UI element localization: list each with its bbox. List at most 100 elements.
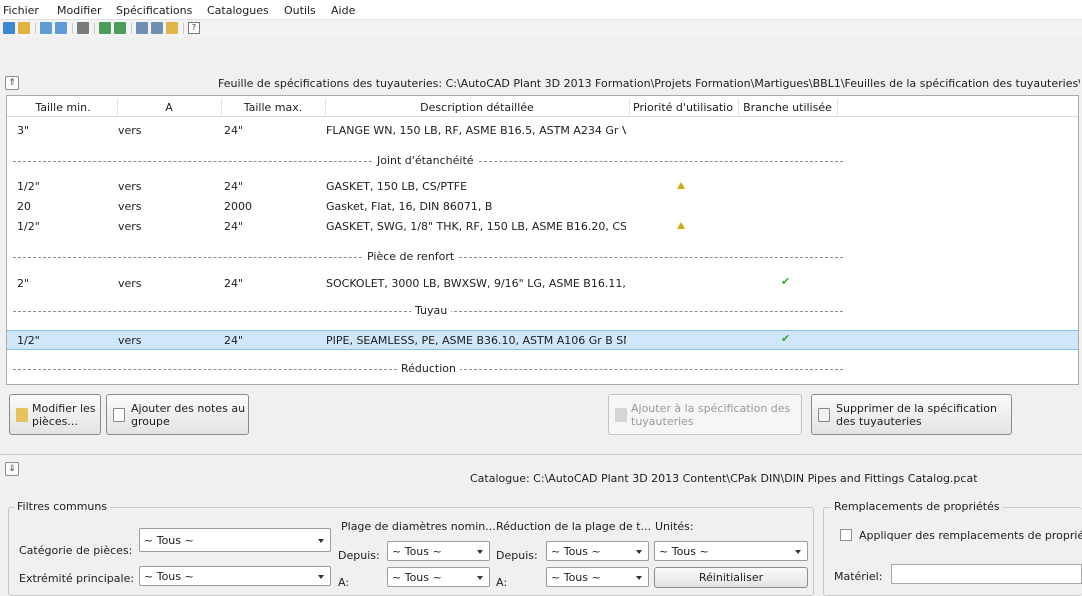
- cell-a: vers: [118, 200, 142, 213]
- cell-a: vers: [118, 277, 142, 290]
- cut-icon[interactable]: [136, 22, 148, 34]
- print-icon[interactable]: [77, 22, 89, 34]
- apply-overrides-checkbox[interactable]: [840, 529, 852, 541]
- reduction-to-combo[interactable]: ~ Tous ~: [546, 567, 649, 587]
- menu-specifications[interactable]: Spécifications: [116, 4, 192, 17]
- add-to-spec-label: Ajouter à la spécification des tuyauteri…: [631, 402, 791, 428]
- expand-catalog-icon[interactable]: ⇓: [5, 462, 19, 476]
- cell-min-size: 1/2": [17, 334, 40, 347]
- column-divider[interactable]: [221, 98, 222, 115]
- column-header-priority[interactable]: Priorité d'utilisatio: [629, 101, 737, 114]
- group-row: Tuyau: [13, 302, 843, 320]
- main-end-combo[interactable]: ~ Tous ~: [139, 566, 331, 586]
- column-divider[interactable]: [837, 98, 838, 115]
- paste-icon[interactable]: [166, 22, 178, 34]
- open-icon[interactable]: [18, 22, 30, 34]
- table-row[interactable]: 1/2" vers 24" GASKET, SWG, 1/8" THK, RF,…: [7, 217, 1078, 235]
- toolbar: ?: [0, 20, 1082, 37]
- remove-from-spec-button[interactable]: Supprimer de la spécification des tuyaut…: [811, 394, 1012, 435]
- column-header-branch[interactable]: Branche utilisée: [740, 101, 835, 114]
- category-combo[interactable]: ~ Tous ~: [139, 528, 331, 552]
- chevron-down-icon: [636, 550, 642, 554]
- catalog-path: Catalogue: C:\AutoCAD Plant 3D 2013 Cont…: [470, 472, 978, 485]
- reduction-range-label: Réduction de la plage de t...: [496, 520, 652, 533]
- cell-description: Gasket, Flat, 16, DIN 86071, B: [326, 200, 493, 213]
- toolbar-separator: [183, 23, 184, 34]
- cell-max-size: 24": [224, 277, 244, 290]
- edit-parts-icon: [16, 408, 28, 422]
- warning-icon: [677, 222, 685, 229]
- cell-min-size: 1/2": [17, 180, 40, 193]
- diameter-range-label: Plage de diamètres nomin...: [341, 520, 496, 533]
- column-header-min-size[interactable]: Taille min.: [11, 101, 115, 114]
- remove-from-spec-label: Supprimer de la spécification des tuyaut…: [836, 402, 997, 428]
- column-divider[interactable]: [325, 98, 326, 115]
- collapse-spec-icon[interactable]: ⇑: [5, 76, 19, 90]
- help-icon[interactable]: ?: [188, 22, 200, 34]
- diameter-from-combo[interactable]: ~ Tous ~: [387, 541, 490, 561]
- chevron-down-icon: [477, 576, 483, 580]
- chevron-down-icon: [318, 539, 324, 543]
- menu-catalogues[interactable]: Catalogues: [207, 4, 269, 17]
- column-header-description[interactable]: Description détaillée: [327, 101, 627, 114]
- paste-spec-icon[interactable]: [55, 22, 67, 34]
- table-row[interactable]: 3" vers 24" FLANGE WN, 150 LB, RF, ASME …: [7, 121, 1078, 139]
- menu-fichier[interactable]: Fichier: [3, 4, 39, 17]
- copy-icon[interactable]: [151, 22, 163, 34]
- category-value: ~ Tous ~: [144, 534, 194, 547]
- diameter-from-label: Depuis:: [338, 549, 380, 562]
- cell-max-size: 24": [224, 220, 244, 233]
- group-row: Joint d'étanchéité: [13, 152, 843, 170]
- common-filters-legend: Filtres communs: [14, 500, 111, 513]
- units-combo[interactable]: ~ Tous ~: [654, 541, 808, 561]
- cell-max-size: 2000: [224, 200, 252, 213]
- menu-bar: Fichier Modifier Spécifications Catalogu…: [0, 0, 1082, 20]
- reduction-from-combo[interactable]: ~ Tous ~: [546, 541, 649, 561]
- check-icon: ✔: [781, 275, 791, 288]
- copy-spec-icon[interactable]: [40, 22, 52, 34]
- toolbar-separator: [131, 23, 132, 34]
- export-icon[interactable]: [114, 22, 126, 34]
- column-header-a[interactable]: A: [119, 101, 219, 114]
- menu-outils[interactable]: Outils: [284, 4, 316, 17]
- diameter-to-label: A:: [338, 576, 350, 589]
- spec-table: Taille min. A Taille max. Description dé…: [6, 95, 1079, 385]
- table-row[interactable]: 1/2" vers 24" GASKET, 150 LB, CS/PTFE: [7, 177, 1078, 195]
- chevron-down-icon: [477, 550, 483, 554]
- cell-min-size: 1/2": [17, 220, 40, 233]
- reduction-from-value: ~ Tous ~: [551, 545, 601, 558]
- table-row[interactable]: 20 vers 2000 Gasket, Flat, 16, DIN 86071…: [7, 197, 1078, 215]
- cell-min-size: 2": [17, 277, 30, 290]
- add-notes-button[interactable]: Ajouter des notes au groupe: [106, 394, 249, 435]
- toolbar-separator: [35, 23, 36, 34]
- table-row[interactable]: 2" vers 24" SOCKOLET, 3000 LB, BWXSW, 9/…: [7, 274, 1078, 292]
- menu-aide[interactable]: Aide: [331, 4, 355, 17]
- new-icon[interactable]: [3, 22, 15, 34]
- warning-icon: [677, 182, 685, 189]
- pane-divider[interactable]: [0, 454, 1082, 455]
- reduction-from-label: Depuis:: [496, 549, 538, 562]
- reset-label: Réinitialiser: [698, 571, 764, 584]
- diameter-from-value: ~ Tous ~: [392, 545, 442, 558]
- material-input[interactable]: [891, 564, 1082, 584]
- cell-max-size: 24": [224, 334, 244, 347]
- table-row-selected[interactable]: 1/2" vers 24" PIPE, SEAMLESS, PE, ASME B…: [7, 330, 1078, 350]
- apply-overrides-label: Appliquer des remplacements de propriét: [859, 529, 1082, 542]
- group-label: Pièce de renfort: [363, 250, 459, 263]
- column-divider[interactable]: [117, 98, 118, 115]
- toolbar-separator: [94, 23, 95, 34]
- column-header-max-size[interactable]: Taille max.: [223, 101, 323, 114]
- units-label: Unités:: [655, 520, 694, 533]
- diameter-to-combo[interactable]: ~ Tous ~: [387, 567, 490, 587]
- column-divider[interactable]: [738, 98, 739, 115]
- cell-a: vers: [118, 334, 142, 347]
- modify-parts-button[interactable]: Modifier les pièces...: [9, 394, 101, 435]
- reset-button[interactable]: Réinitialiser: [654, 567, 808, 588]
- menu-modifier[interactable]: Modifier: [57, 4, 101, 17]
- add-to-spec-button[interactable]: Ajouter à la spécification des tuyauteri…: [608, 394, 802, 435]
- cell-min-size: 3": [17, 124, 30, 137]
- import-icon[interactable]: [99, 22, 111, 34]
- remove-from-spec-icon: [818, 408, 830, 422]
- reduction-to-label: A:: [496, 576, 508, 589]
- cell-min-size: 20: [17, 200, 31, 213]
